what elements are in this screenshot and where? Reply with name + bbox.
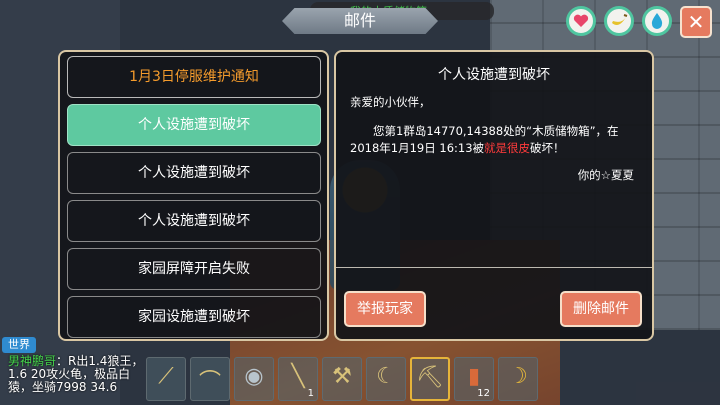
close-button[interactable]: ✕ [680, 6, 712, 38]
hotbar-slot[interactable]: ⚒ [322, 357, 362, 401]
hotbar-slot[interactable]: ▮ 12 [454, 357, 494, 401]
axe-icon: ⚒ [332, 364, 352, 389]
mail-body: 亲爱的小伙伴， 您第1群岛14770,14388处的“木质储物箱”，在2018年… [350, 94, 640, 196]
mail-window-title: 邮件 [282, 8, 438, 34]
mail-item-announcement[interactable]: 1月3日停服维护通知 [67, 56, 321, 98]
chat-sender: 男神鹏哥 [8, 354, 57, 368]
mail-item-selected[interactable]: 个人设施遭到破坏 [67, 104, 321, 146]
report-player-button[interactable]: 举报玩家 [344, 291, 426, 327]
shield-icon: ◉ [244, 364, 264, 389]
pickaxe-icon: ⛏ [416, 365, 444, 390]
mail-list-panel: 1月3日停服维护通知 个人设施遭到破坏 个人设施遭到破坏 个人设施遭到破坏 家园… [58, 50, 329, 341]
hotbar-slot-selected[interactable]: ⛏ [410, 357, 450, 401]
hotbar-slot[interactable]: ⟋ [146, 357, 186, 401]
hotbar-slot[interactable]: ◉ [234, 357, 274, 401]
mail-signature: 你的☆夏夏 [577, 168, 634, 182]
close-icon: ✕ [687, 10, 705, 34]
bow-icon: ⌒ [198, 370, 221, 395]
chat-channel-tag[interactable]: 世界 [2, 337, 36, 353]
hotbar: ⟋ ⌒ ◉ ╲ 1 ⚒ ☾ ⛏ ▮ 12 ☽ [146, 357, 538, 401]
heart-icon[interactable] [566, 6, 596, 36]
attacker-name: 就是很皮 [484, 141, 531, 155]
mail-item[interactable]: 个人设施遭到破坏 [67, 200, 321, 242]
mail-item[interactable]: 家园屏障开启失败 [67, 248, 321, 290]
hotbar-slot[interactable]: ⌒ [190, 357, 230, 401]
page-title: 邮件 [343, 11, 376, 30]
hotbar-slot[interactable]: ╲ 1 [278, 357, 318, 401]
delete-mail-button[interactable]: 删除邮件 [560, 291, 642, 327]
hotbar-slot[interactable]: ☽ [498, 357, 538, 401]
chat-message[interactable]: 男神鹏哥：R出1.4狼王，1.6 20攻火龟，极品白猿，坐骑7998 34.6 [8, 355, 146, 394]
slot-count: 12 [477, 388, 490, 399]
hotbar-slot[interactable]: ☾ [366, 357, 406, 401]
fishing-rod-icon: ⟋ [158, 364, 174, 389]
divider [336, 267, 652, 268]
banana-icon[interactable] [604, 6, 634, 36]
sickle-icon: ☾ [376, 364, 396, 389]
mail-item[interactable]: 家园设施遭到破坏 [67, 296, 321, 338]
top-right-controls: ✕ [566, 6, 712, 38]
mail-greeting: 亲爱的小伙伴， [350, 95, 431, 109]
slot-count: 1 [307, 388, 314, 399]
mail-paragraph: 您第1群岛14770,14388处的“木质储物箱”，在2018年1月19日 16… [350, 123, 640, 157]
rifle-icon: ╲ [291, 364, 305, 389]
water-drop-icon[interactable] [642, 6, 672, 36]
mail-item[interactable]: 个人设施遭到破坏 [67, 152, 321, 194]
firecracker-icon: ▮ [467, 364, 481, 389]
banana-item-icon: ☽ [508, 364, 528, 389]
mail-detail-panel: 个人设施遭到破坏 亲爱的小伙伴， 您第1群岛14770,14388处的“木质储物… [334, 50, 654, 341]
mail-subject: 个人设施遭到破坏 [438, 67, 550, 83]
mail-text-end: 破坏！ [530, 141, 565, 155]
